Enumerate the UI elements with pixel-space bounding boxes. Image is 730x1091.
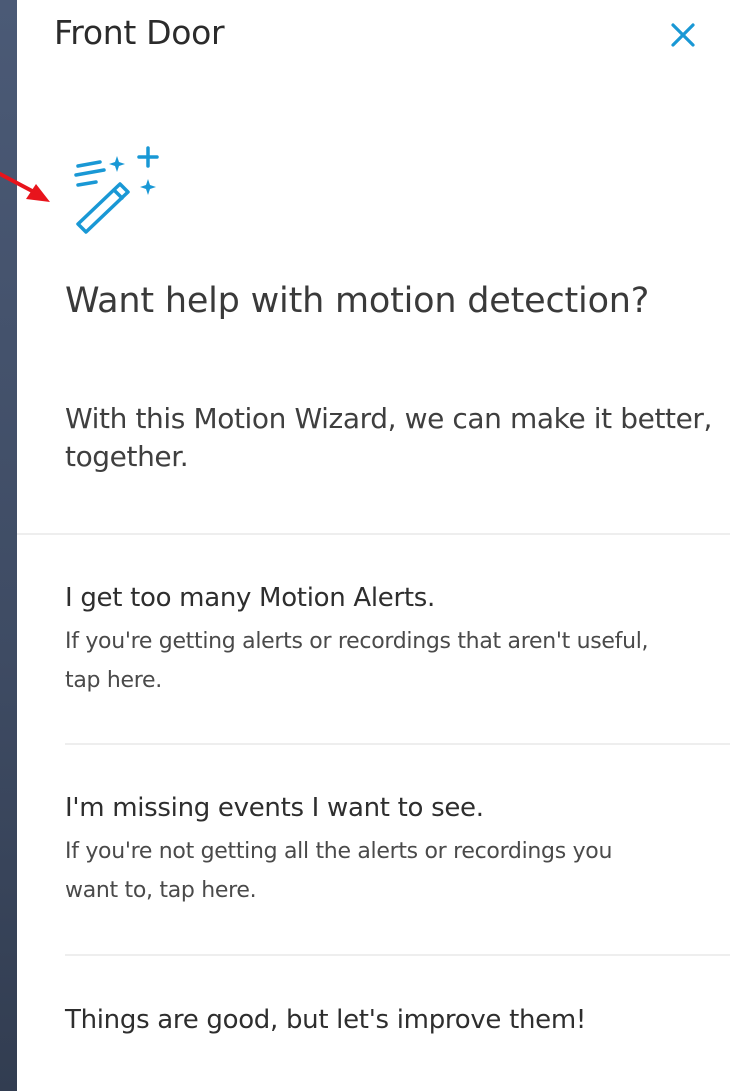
option-description: If you're not getting all the alerts or …: [65, 839, 613, 903]
option-title: Things are good, but let's improve them!: [65, 1005, 587, 1035]
panel-title: Front Door: [54, 13, 225, 52]
motion-wizard-panel: Front Door Want help with motion detecti…: [17, 0, 730, 1091]
option-title: I get too many Motion Alerts.: [65, 583, 435, 613]
divider: [65, 743, 730, 745]
option-too-many-alerts[interactable]: I get too many Motion Alerts. If you're …: [65, 580, 730, 700]
option-missing-events[interactable]: I'm missing events I want to see. If you…: [65, 790, 730, 910]
option-description: If you're getting alerts or recordings t…: [65, 629, 649, 693]
close-icon: [671, 23, 695, 47]
background-strip: [0, 0, 17, 1091]
option-improve[interactable]: Things are good, but let's improve them!: [65, 1000, 730, 1041]
option-title: I'm missing events I want to see.: [65, 793, 484, 823]
divider: [65, 954, 730, 956]
wizard-heading: Want help with motion detection?: [65, 281, 650, 321]
arrow-annotation-icon: [0, 172, 50, 202]
magic-wand-icon: [74, 146, 159, 234]
panel-header: Front Door: [17, 0, 730, 76]
wizard-subheading: With this Motion Wizard, we can make it …: [65, 402, 713, 473]
divider: [17, 533, 730, 535]
close-button[interactable]: [668, 20, 698, 50]
